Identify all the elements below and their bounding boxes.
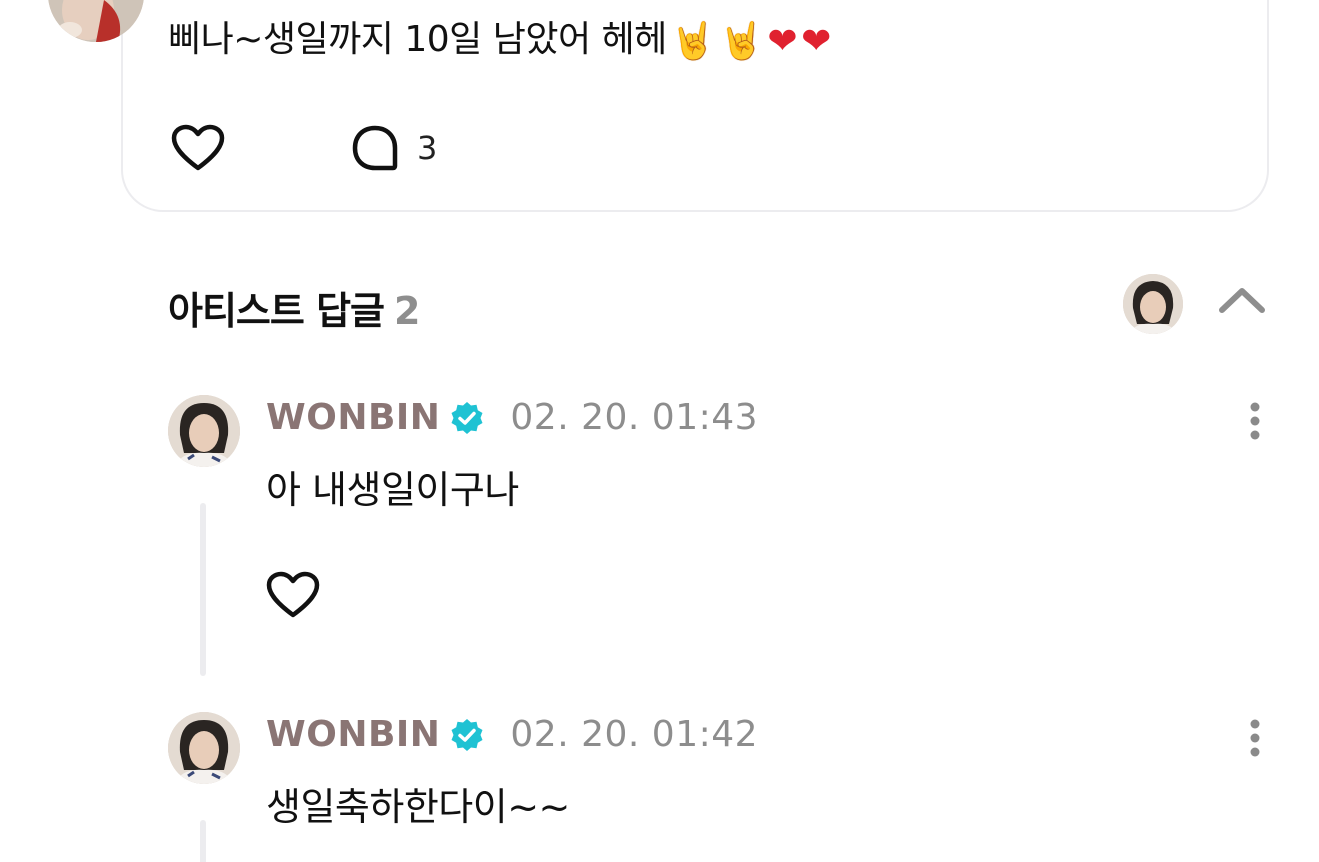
reply-author-avatar[interactable] <box>168 712 240 784</box>
more-vertical-icon <box>1250 402 1260 440</box>
reply-text: 생일축하한다이~~ <box>266 785 570 829</box>
comment-bubble-icon <box>352 125 398 171</box>
comment-count: 3 <box>417 129 438 167</box>
chevron-up-icon <box>1219 288 1265 313</box>
reply-author-name[interactable]: WONBIN <box>266 714 440 755</box>
artist-replies-count: 2 <box>394 289 420 333</box>
reply-more-button[interactable] <box>1248 718 1262 758</box>
reply-more-button[interactable] <box>1248 401 1262 441</box>
collapse-replies-button[interactable] <box>1218 286 1266 314</box>
post-body-text: 삐나~생일까지 10일 남았어 헤헤 <box>168 19 667 60</box>
artist-replies-header: 아티스트 답글 2 <box>168 274 1268 338</box>
artist-avatar[interactable] <box>1123 274 1183 334</box>
reply-author-name[interactable]: WONBIN <box>266 397 440 438</box>
rock-hand-emoji: 🤘 <box>719 21 764 62</box>
post-actions: 3 <box>171 124 437 172</box>
red-heart-emoji: ❤ <box>801 21 831 62</box>
thread-line <box>200 820 206 862</box>
heart-outline-icon <box>171 124 225 171</box>
post-text: 삐나~생일까지 10일 남았어 헤헤 🤘 🤘 ❤ ❤ <box>168 12 831 70</box>
thread-line <box>200 503 206 676</box>
reply-timestamp: 02. 20. 01:43 <box>510 397 759 438</box>
reply-text: 아 내생일이구나 <box>266 468 519 512</box>
verified-badge-icon <box>450 718 484 752</box>
artist-replies-title: 아티스트 답글 2 <box>168 280 420 335</box>
reply-author-avatar[interactable] <box>168 395 240 467</box>
post-like-button[interactable] <box>171 124 225 172</box>
reply-like-button[interactable] <box>266 571 320 619</box>
artist-replies-label: 아티스트 답글 <box>168 289 385 333</box>
verified-badge-icon <box>450 401 484 435</box>
artist-replies-screen: 삐나~생일까지 10일 남았어 헤헤 🤘 🤘 ❤ ❤ 3 아티스트 답글 2 W… <box>0 0 1319 862</box>
post-comment-button[interactable]: 3 <box>351 124 437 172</box>
reply-meta: WONBIN 02. 20. 01:42 <box>266 714 758 755</box>
heart-outline-icon <box>266 571 320 618</box>
artist-reply: WONBIN 02. 20. 01:43 아 내생일이구나 <box>168 395 1278 685</box>
red-heart-emoji: ❤ <box>767 21 798 62</box>
rock-hand-emoji: 🤘 <box>670 21 716 62</box>
reply-meta: WONBIN 02. 20. 01:43 <box>266 397 758 438</box>
more-vertical-icon <box>1250 719 1260 757</box>
artist-reply: WONBIN 02. 20. 01:42 생일축하한다이~~ <box>168 712 1278 862</box>
reply-timestamp: 02. 20. 01:42 <box>510 714 759 755</box>
